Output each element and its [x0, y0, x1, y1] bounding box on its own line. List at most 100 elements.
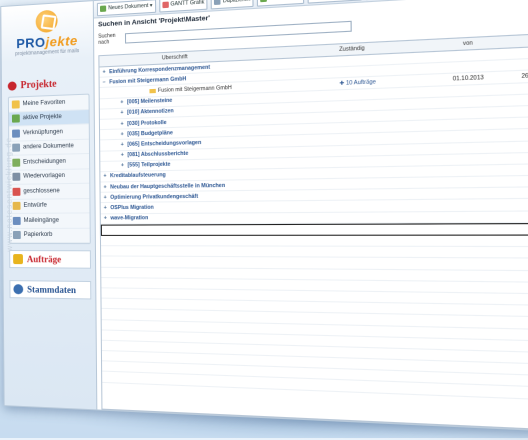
- expand-toggle-icon[interactable]: +: [121, 142, 126, 148]
- orders-label: Aufträge: [27, 254, 61, 264]
- expand-toggle-icon[interactable]: +: [104, 195, 109, 201]
- cell-assignee: [340, 114, 435, 117]
- projects-nav-list: Meine Favoritenaktive ProjekteVerknüpfun…: [8, 94, 91, 245]
- cell-to: [504, 193, 528, 194]
- cell-assignee: [339, 69, 434, 73]
- sidebar-item-label: Wiedervorlagen: [23, 173, 65, 180]
- expand-toggle-icon[interactable]: +: [121, 131, 126, 137]
- cell-title-text: [005] Meilensteine: [127, 98, 172, 106]
- projects-icon: [8, 81, 17, 90]
- sidebar-item-papierkorb[interactable]: Papierkorb: [10, 228, 90, 243]
- cell-title-text: Fusion mit Steigermann GmbH: [158, 85, 232, 94]
- projects-section-header[interactable]: Projekte: [8, 73, 90, 95]
- cell-from: [435, 112, 503, 114]
- decision-icon: [12, 158, 20, 166]
- expand-toggle-icon[interactable]: −: [103, 79, 108, 85]
- cell-title-text: OSPlus Migration: [110, 205, 153, 212]
- closed-icon: [13, 187, 21, 195]
- selected-empty-row[interactable]: [101, 223, 528, 236]
- expand-toggle-icon[interactable]: +: [104, 216, 109, 222]
- sidebar-item-label: Entwürfe: [23, 203, 46, 209]
- cell-to: [503, 157, 528, 158]
- cell-from: [435, 182, 503, 183]
- toolbar-button-4[interactable]: Excel-Export: [257, 0, 305, 6]
- cell-title: + Neubau der Hauptgeschäftsstelle in Mün…: [100, 181, 340, 191]
- toolbar-button-label: GANTT Grafik: [170, 0, 204, 8]
- expand-toggle-icon[interactable]: +: [104, 205, 109, 211]
- expand-toggle-icon[interactable]: +: [103, 69, 108, 75]
- cell-assignee: [340, 171, 435, 173]
- gantt-icon: [162, 2, 168, 9]
- sidebar-item-label: Meine Favoriten: [23, 99, 66, 107]
- cell-to: [503, 145, 528, 147]
- toolbar-button-2[interactable]: GANTT Grafik: [159, 0, 208, 12]
- sidebar-item-entscheidungen[interactable]: Entscheidungen: [9, 154, 89, 170]
- cell-title-text: Neubau der Hauptgeschäftsstelle in Münch…: [110, 182, 225, 190]
- expand-toggle-icon[interactable]: +: [104, 184, 109, 190]
- cell-assignee: [341, 217, 436, 218]
- cell-to: [503, 134, 528, 136]
- sidebar-item-label: Maileingänge: [24, 217, 59, 223]
- projects-header-label: Projekte: [20, 78, 56, 91]
- cell-to: [503, 98, 528, 100]
- cell-to: [503, 169, 528, 170]
- cell-title: + OSPlus Migration: [101, 203, 341, 211]
- column-header-from[interactable]: von: [434, 39, 502, 49]
- cell-assignee: [340, 160, 435, 162]
- cell-from: [435, 101, 503, 103]
- masterdata-section[interactable]: Stammdaten: [9, 280, 91, 299]
- sidebar-item-label: geschlossene: [23, 188, 59, 195]
- excel-icon: [260, 0, 267, 2]
- expand-toggle-icon[interactable]: +: [103, 174, 108, 180]
- expand-toggle-icon[interactable]: +: [121, 121, 126, 127]
- cell-assignee: [340, 137, 435, 139]
- toolbar-button-3[interactable]: Duplizieren: [211, 0, 254, 9]
- cell-from: [434, 66, 502, 69]
- sidebar-item-wiedervorlagen[interactable]: Wiedervorlagen: [9, 169, 89, 185]
- cell-to: [504, 181, 528, 182]
- sidebar: PROjekte projektmanagement für mails www…: [1, 1, 97, 409]
- cell-title-text: [035] Budgetpläne: [127, 130, 173, 138]
- documents-icon: [12, 144, 20, 152]
- cell-title-text: [081] Abschlussberichte: [127, 151, 188, 159]
- orders-section[interactable]: Aufträge: [9, 250, 91, 269]
- expand-toggle-icon[interactable]: +: [121, 152, 126, 158]
- expand-toggle-icon[interactable]: +: [120, 100, 125, 106]
- cell-to: [503, 86, 528, 89]
- folder-icon: [149, 89, 155, 93]
- cell-title-text: Optimierung Privatkundengeschäft: [110, 194, 198, 201]
- main-pane: Neues Dokument ▾ GANTT Grafik Duplizieren E…: [94, 0, 528, 432]
- project-grid: Überschrift Zuständig von bis + Einführu…: [98, 31, 528, 432]
- column-header-to[interactable]: bis: [502, 35, 528, 45]
- sidebar-item-maileingänge[interactable]: Maileingänge: [10, 213, 90, 228]
- inbox-icon: [13, 217, 21, 225]
- cell-assignee[interactable]: ✚ 10 Aufträge: [339, 77, 434, 87]
- sidebar-item-entwürfe[interactable]: Entwürfe: [10, 199, 90, 214]
- cell-title-text: [010] Aktennotizen: [127, 108, 174, 116]
- column-header-assignee[interactable]: Zuständig: [339, 42, 434, 53]
- sidebar-item-label: Papierkorb: [24, 232, 53, 238]
- grid-body: + Einführung Korrespondenzmanagement− Fu…: [99, 45, 528, 402]
- search-label: Suchen nach: [98, 32, 125, 46]
- toolbar-button-1[interactable]: Neues Dokument ▾: [97, 0, 156, 16]
- sidebar-item-label: Entscheidungen: [23, 158, 66, 165]
- toolbar-button-label: Duplizieren: [223, 0, 251, 5]
- cell-from: [435, 135, 503, 137]
- cell-from: [435, 159, 503, 160]
- expand-toggle-icon[interactable]: +: [121, 163, 126, 169]
- masterdata-icon: [13, 284, 23, 294]
- orders-icon: [13, 254, 23, 264]
- expand-toggle-icon[interactable]: +: [120, 110, 125, 116]
- cell-title-text: wave-Migration: [110, 215, 148, 221]
- sidebar-item-geschlossene[interactable]: geschlossene: [10, 184, 90, 200]
- cell-assignee: [340, 148, 435, 150]
- watermark-text: www.notesentwicklung.de: [4, 137, 14, 252]
- masterdata-label: Stammdaten: [27, 284, 76, 295]
- cell-assignee: [340, 183, 435, 184]
- cell-to: 26.12.2013: [502, 71, 528, 81]
- draft-icon: [13, 202, 21, 210]
- reminder-icon: [12, 173, 20, 181]
- new-document-icon: [100, 5, 106, 12]
- trash-icon: [13, 231, 21, 239]
- logo-icon: [36, 10, 58, 34]
